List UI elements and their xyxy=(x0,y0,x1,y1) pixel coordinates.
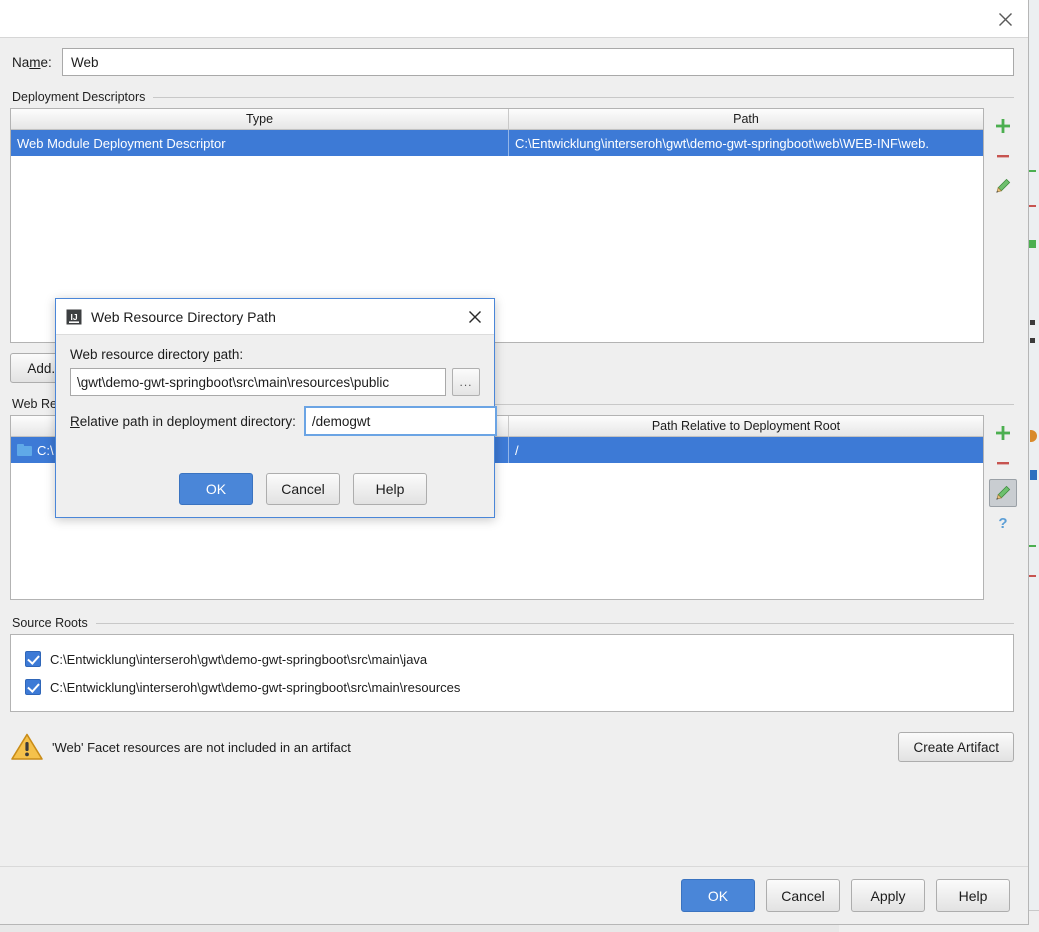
group-label-text: Source Roots xyxy=(12,616,88,630)
cell-relative-path: / xyxy=(508,437,983,463)
name-label: Name: xyxy=(12,54,52,70)
column-header-path[interactable]: Path xyxy=(508,109,983,129)
add-icon[interactable] xyxy=(989,419,1017,447)
source-root-path: C:\Entwicklung\interseroh\gwt\demo-gwt-s… xyxy=(50,679,461,695)
path-row: ... xyxy=(70,368,480,396)
help-question-icon[interactable]: ? xyxy=(989,509,1017,537)
cancel-button[interactable]: Cancel xyxy=(766,879,840,912)
cell-directory-text: C:\ xyxy=(37,442,54,458)
web-resources-toolbar: ? xyxy=(984,415,1022,600)
group-divider xyxy=(153,96,1014,98)
source-roots-list: C:\Entwicklung\interseroh\gwt\demo-gwt-s… xyxy=(10,634,1014,712)
table-row[interactable]: Web Module Deployment Descriptor C:\Entw… xyxy=(11,130,983,156)
svg-text:IJ: IJ xyxy=(70,312,77,322)
modal-title: Web Resource Directory Path xyxy=(91,308,276,325)
close-icon[interactable] xyxy=(462,305,488,329)
source-root-path: C:\Entwicklung\interseroh\gwt\demo-gwt-s… xyxy=(50,651,428,667)
cell-type: Web Module Deployment Descriptor xyxy=(17,135,226,151)
modal-body: Web resource directory path: ... Relativ… xyxy=(56,335,497,436)
background-fleck xyxy=(1030,338,1035,343)
folder-icon xyxy=(17,444,32,456)
source-root-checkbox[interactable] xyxy=(25,651,41,667)
web-resource-directory-path-input[interactable] xyxy=(70,368,446,396)
relative-path-input[interactable] xyxy=(303,406,497,436)
web-resource-directory-path-dialog: IJ Web Resource Directory Path Web resou… xyxy=(55,298,497,518)
name-input[interactable] xyxy=(62,48,1014,76)
modal-cancel-button[interactable]: Cancel xyxy=(266,473,340,505)
table-header-row: Type Path xyxy=(11,109,983,130)
modal-ok-button[interactable]: OK xyxy=(179,473,253,505)
ok-button[interactable]: OK xyxy=(681,879,755,912)
dialog-titlebar xyxy=(0,0,1028,38)
group-divider xyxy=(95,622,1014,624)
remove-icon[interactable] xyxy=(989,449,1017,477)
deployment-descriptors-group-label: Deployment Descriptors xyxy=(12,90,1014,104)
create-artifact-button[interactable]: Create Artifact xyxy=(898,732,1014,762)
background-fleck xyxy=(1030,470,1037,480)
background-fleck xyxy=(1028,240,1036,248)
modal-button-bar: OK Cancel Help xyxy=(56,473,494,505)
relative-path-row: Relative path in deployment directory: xyxy=(70,406,497,436)
source-root-checkbox[interactable] xyxy=(25,679,41,695)
modal-help-button[interactable]: Help xyxy=(353,473,427,505)
intellij-idea-icon: IJ xyxy=(66,309,82,325)
browse-ellipsis-button[interactable]: ... xyxy=(452,368,480,396)
column-header-type[interactable]: Type xyxy=(11,109,508,129)
warning-text: 'Web' Facet resources are not included i… xyxy=(52,739,351,755)
source-roots-group-label: Source Roots xyxy=(12,616,1014,630)
web-resource-directory-path-label: Web resource directory path: xyxy=(70,347,244,362)
dialog-button-bar: OK Cancel Apply Help xyxy=(0,866,1028,924)
add-icon[interactable] xyxy=(989,112,1017,140)
warning-triangle-icon xyxy=(10,732,44,762)
edit-pencil-icon[interactable] xyxy=(989,172,1017,200)
svg-text:?: ? xyxy=(998,515,1007,532)
group-label-text: Deployment Descriptors xyxy=(12,90,146,104)
name-row: Name: xyxy=(0,38,1028,76)
remove-icon[interactable] xyxy=(989,142,1017,170)
relative-path-label: Relative path in deployment directory: xyxy=(70,413,296,429)
edit-pencil-icon[interactable] xyxy=(989,479,1017,507)
warning-row: 'Web' Facet resources are not included i… xyxy=(10,728,1014,766)
help-button[interactable]: Help xyxy=(936,879,1010,912)
background-fleck xyxy=(1030,320,1035,325)
list-item[interactable]: C:\Entwicklung\interseroh\gwt\demo-gwt-s… xyxy=(11,673,1013,701)
apply-button[interactable]: Apply xyxy=(851,879,925,912)
column-header-path-relative-to-deployment-root[interactable]: Path Relative to Deployment Root xyxy=(508,416,983,436)
list-item[interactable]: C:\Entwicklung\interseroh\gwt\demo-gwt-s… xyxy=(11,645,1013,673)
modal-titlebar: IJ Web Resource Directory Path xyxy=(56,299,494,335)
cell-path: C:\Entwicklung\interseroh\gwt\demo-gwt-s… xyxy=(508,130,983,156)
deployment-descriptors-toolbar xyxy=(984,108,1022,343)
close-icon[interactable] xyxy=(990,6,1020,32)
